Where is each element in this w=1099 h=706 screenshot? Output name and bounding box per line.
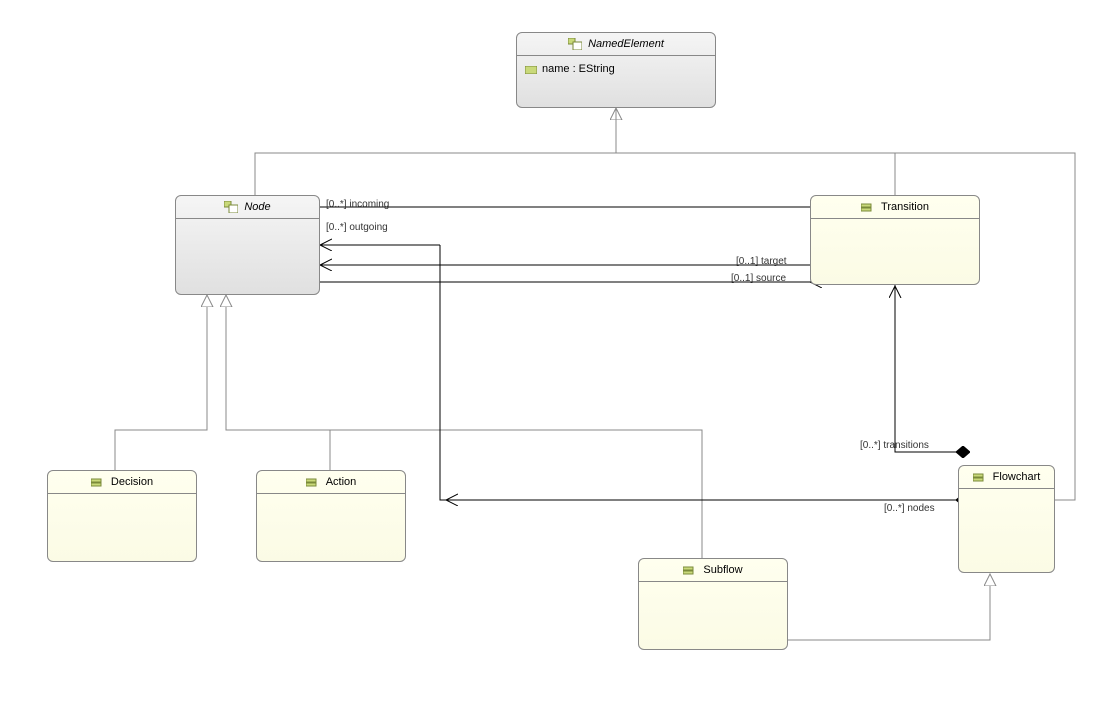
class-body: name : EString [517, 56, 715, 82]
eclass-icon [568, 38, 582, 50]
class-title: Transition [881, 201, 929, 213]
class-title: Subflow [703, 564, 742, 576]
label-outgoing: [0..*] outgoing [326, 222, 388, 233]
eclass-icon [683, 564, 697, 576]
label-source: [0..1] source [731, 273, 786, 284]
label-target: [0..1] target [736, 256, 787, 267]
class-named-element[interactable]: NamedElement name : EString [516, 32, 716, 108]
class-header: Flowchart [959, 466, 1054, 489]
label-nodes: [0..*] nodes [884, 503, 935, 514]
class-header: NamedElement [517, 33, 715, 56]
eclass-icon [91, 476, 105, 488]
class-title: NamedElement [588, 38, 664, 50]
class-body [811, 219, 979, 239]
class-header: Node [176, 196, 319, 219]
eclass-icon [973, 471, 987, 483]
eclass-icon [861, 201, 875, 213]
attr-text: name : EString [542, 63, 615, 75]
class-decision[interactable]: Decision [47, 470, 197, 562]
class-body [176, 219, 319, 239]
class-subflow[interactable]: Subflow [638, 558, 788, 650]
class-header: Decision [48, 471, 196, 494]
class-body [257, 494, 405, 514]
class-title: Decision [111, 476, 153, 488]
class-body [639, 582, 787, 602]
class-title: Flowchart [993, 471, 1041, 483]
label-transitions: [0..*] transitions [860, 440, 929, 451]
attr-icon [525, 65, 537, 73]
class-body [48, 494, 196, 514]
eclass-icon [306, 476, 320, 488]
class-title: Action [326, 476, 357, 488]
class-header: Action [257, 471, 405, 494]
eclass-icon [224, 201, 238, 213]
class-transition[interactable]: Transition [810, 195, 980, 285]
class-node[interactable]: Node [175, 195, 320, 295]
class-title: Node [244, 201, 270, 213]
label-incoming: [0..*] incoming [326, 199, 389, 210]
class-header: Subflow [639, 559, 787, 582]
class-header: Transition [811, 196, 979, 219]
attribute-row: name : EString [525, 61, 707, 77]
class-flowchart[interactable]: Flowchart [958, 465, 1055, 573]
class-body [959, 489, 1054, 509]
class-action[interactable]: Action [256, 470, 406, 562]
